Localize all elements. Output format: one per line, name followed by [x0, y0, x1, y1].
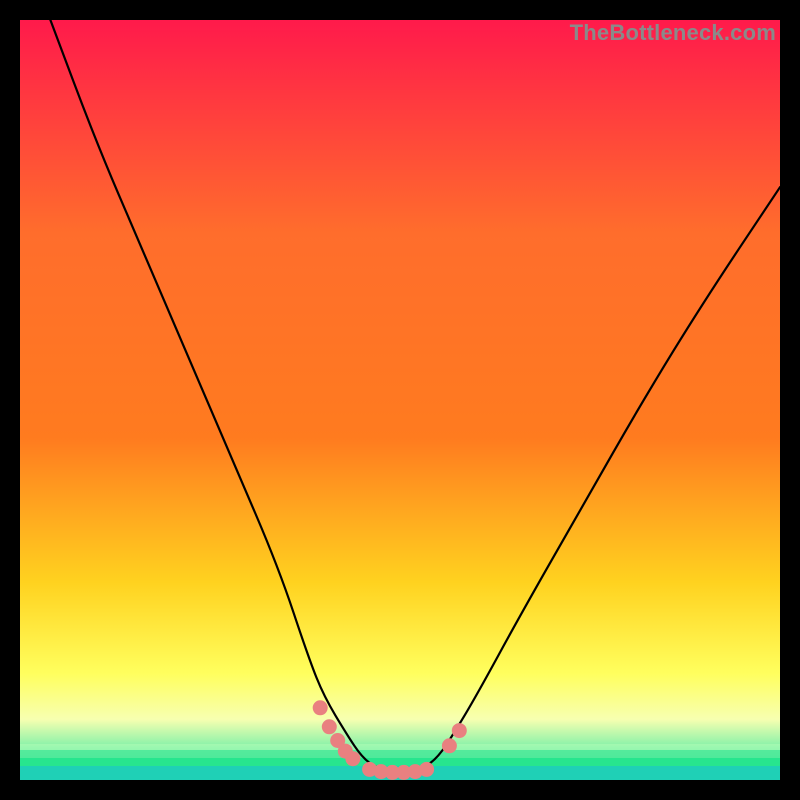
gradient-background — [20, 20, 780, 780]
marker-right-pair-high — [452, 723, 467, 738]
bottleneck-chart — [20, 20, 780, 780]
marker-left-cluster-top — [313, 700, 328, 715]
marker-flat-6 — [419, 762, 434, 777]
band-green-2 — [20, 758, 780, 766]
band-green-1 — [20, 750, 780, 758]
marker-left-cluster-bottom — [345, 751, 360, 766]
marker-right-pair-low — [442, 738, 457, 753]
band-pale — [20, 744, 780, 750]
chart-frame: TheBottleneck.com — [20, 20, 780, 780]
watermark-text: TheBottleneck.com — [570, 20, 776, 46]
marker-left-cluster-upper — [322, 719, 337, 734]
